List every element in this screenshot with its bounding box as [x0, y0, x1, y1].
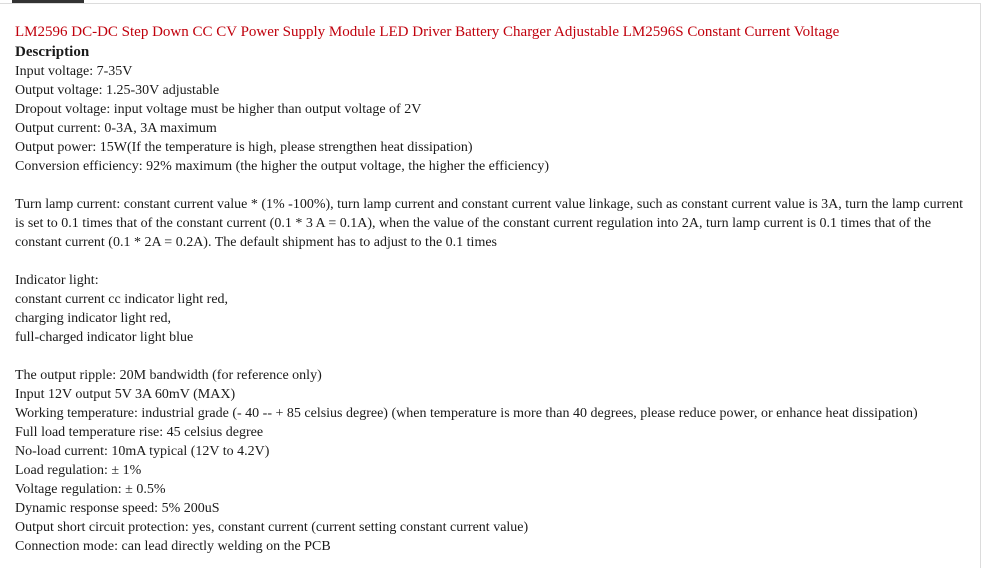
spec-line: No-load current: 10mA typical (12V to 4.… [15, 444, 270, 459]
spec-line: The output ripple: 20M bandwidth (for re… [15, 368, 322, 383]
spec-line: Dropout voltage: input voltage must be h… [15, 102, 422, 117]
indicator-line: Indicator light: [15, 273, 99, 288]
spec-line: Input 12V output 5V 3A 60mV (MAX) [15, 387, 236, 402]
spec-line: Input voltage: 7-35V [15, 64, 133, 79]
spec-line: Output power: 15W(If the temperature is … [15, 140, 473, 155]
spec-line: Conversion efficiency: 92% maximum (the … [15, 159, 550, 174]
spec-line: Connection mode: can lead directly weldi… [15, 539, 331, 554]
indicator-line: constant current cc indicator light red, [15, 292, 229, 307]
product-title: LM2596 DC-DC Step Down CC CV Power Suppl… [15, 24, 840, 40]
content-top-border [0, 3, 980, 4]
description-heading: Description [15, 44, 90, 60]
spec-line: Load regulation: ± 1% [15, 463, 142, 478]
turn-lamp-paragraph: Turn lamp current: constant current valu… [15, 197, 964, 250]
spec-line: Full load temperature rise: 45 celsius d… [15, 425, 264, 440]
spec-line: Output voltage: 1.25-30V adjustable [15, 83, 220, 98]
spec-line: Output current: 0-3A, 3A maximum [15, 121, 217, 136]
spec-line: Voltage regulation: ± 0.5% [15, 482, 166, 497]
product-description: LM2596 DC-DC Step Down CC CV Power Suppl… [15, 22, 970, 556]
indicator-line: charging indicator light red, [15, 311, 172, 326]
spec-line: Output short circuit protection: yes, co… [15, 520, 529, 535]
spec-line: Dynamic response speed: 5% 200uS [15, 501, 220, 516]
indicator-line: full-charged indicator light blue [15, 330, 194, 345]
content-right-border [980, 3, 981, 568]
spec-line: Working temperature: industrial grade (-… [15, 406, 918, 421]
